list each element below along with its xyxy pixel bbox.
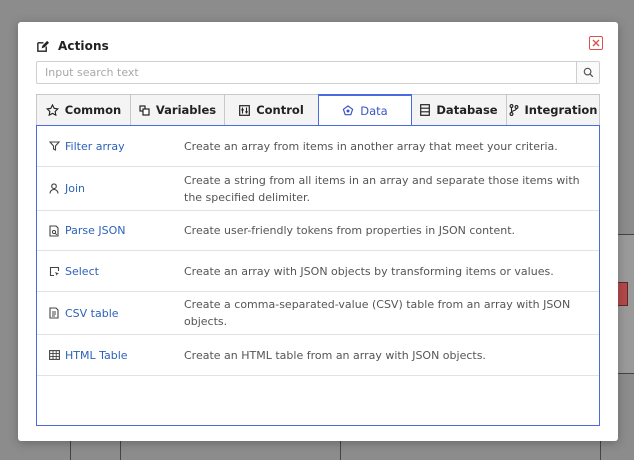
action-link[interactable]: CSV table: [37, 307, 184, 320]
action-name: Join: [65, 182, 86, 195]
action-link[interactable]: Parse JSON: [37, 224, 184, 237]
action-description: Create user-friendly tokens from propert…: [184, 224, 515, 237]
list-item[interactable]: Join Create a string from all items in a…: [37, 167, 599, 211]
list-item[interactable]: HTML Table Create an HTML table from an …: [37, 335, 599, 376]
action-link[interactable]: Join: [37, 182, 184, 195]
list-item[interactable]: Parse JSON Create user-friendly tokens f…: [37, 211, 599, 251]
integration-icon: [509, 104, 519, 116]
star-icon: [45, 104, 59, 116]
search-icon: [583, 67, 593, 78]
tab-data[interactable]: Data: [318, 94, 412, 126]
tab-label: Database: [436, 103, 498, 117]
tab-label: Common: [64, 103, 122, 117]
dialog-header: Actions: [36, 38, 109, 54]
action-name: Parse JSON: [65, 224, 126, 237]
database-icon: [420, 104, 431, 116]
data-icon: [342, 104, 354, 117]
list-item[interactable]: CSV table Create a comma-separated-value…: [37, 292, 599, 335]
action-link[interactable]: Select: [37, 265, 184, 278]
join-icon: [48, 183, 60, 195]
tab-common[interactable]: Common: [36, 94, 130, 126]
tab-database[interactable]: Database: [412, 94, 506, 126]
search-input[interactable]: [37, 62, 576, 83]
actions-dialog: Actions Common Variables Control Data Da…: [18, 22, 618, 441]
actions-list: Filter array Create an array from items …: [36, 125, 600, 426]
list-item[interactable]: Select Create an array with JSON objects…: [37, 251, 599, 292]
tab-control[interactable]: Control: [224, 94, 318, 126]
action-name: HTML Table: [65, 348, 128, 362]
table-icon: [48, 349, 60, 361]
edit-icon: [36, 40, 49, 53]
close-button[interactable]: [589, 36, 603, 50]
action-link[interactable]: HTML Table: [37, 349, 184, 362]
csv-icon: [48, 307, 60, 319]
background-connector: [120, 441, 121, 460]
tab-integration[interactable]: Integration: [506, 94, 600, 126]
action-description: Create an array from items in another ar…: [184, 139, 558, 153]
dialog-title: Actions: [58, 39, 109, 53]
action-description: Create an array with JSON objects by tra…: [184, 264, 554, 278]
action-description: Create a string from all items in an arr…: [184, 173, 580, 204]
action-link[interactable]: Filter array: [37, 140, 184, 153]
filter-icon: [48, 140, 60, 152]
search-box: [36, 61, 600, 84]
tab-label: Variables: [155, 103, 217, 117]
tab-label: Integration: [524, 103, 598, 117]
background-connector: [600, 441, 601, 460]
action-description: Create a comma-separated-value (CSV) tab…: [184, 298, 571, 328]
background-connector: [70, 441, 71, 460]
background-connector: [340, 441, 341, 460]
category-tabs: Common Variables Control Data Database I…: [36, 94, 600, 126]
action-name: Select: [65, 264, 99, 278]
list-item[interactable]: Filter array Create an array from items …: [37, 126, 599, 167]
action-name: CSV table: [65, 306, 119, 320]
tab-label: Data: [360, 103, 388, 118]
tab-label: Control: [256, 103, 304, 117]
action-name: Filter array: [65, 139, 125, 153]
parse-json-icon: [48, 224, 60, 237]
close-icon: [592, 39, 600, 47]
search-button[interactable]: [576, 62, 599, 83]
select-icon: [48, 265, 60, 277]
variables-icon: [139, 104, 150, 116]
action-description: Create an HTML table from an array with …: [184, 348, 486, 362]
control-icon: [239, 104, 251, 116]
tab-variables[interactable]: Variables: [130, 94, 224, 126]
